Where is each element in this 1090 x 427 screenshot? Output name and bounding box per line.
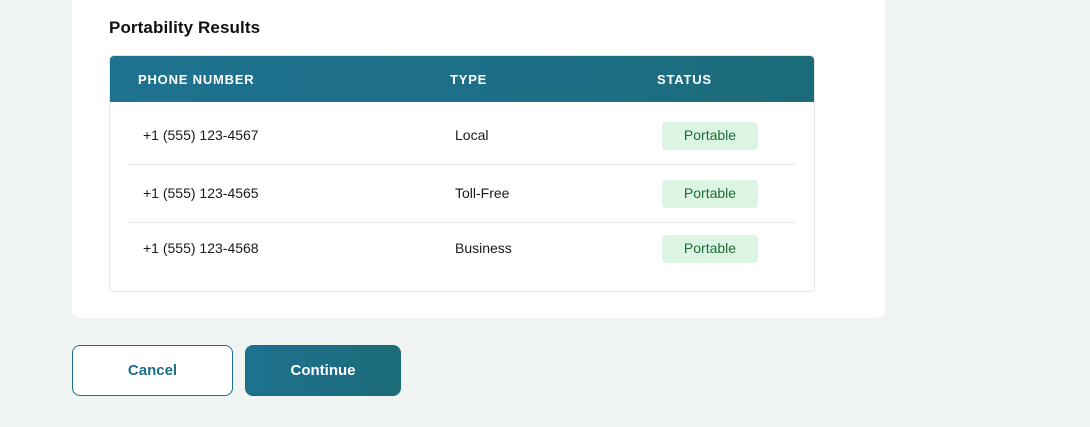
status-cell: Portable	[662, 235, 758, 263]
status-badge: Portable	[662, 122, 758, 150]
column-header-type: TYPE	[450, 72, 488, 87]
section-title: Portability Results	[109, 18, 261, 37]
portability-table: PHONE NUMBER TYPE STATUS +1 (555) 123-45…	[109, 55, 815, 292]
table-header: PHONE NUMBER TYPE STATUS	[110, 56, 814, 102]
type-cell: Local	[455, 127, 489, 143]
row-divider	[128, 164, 796, 165]
status-cell: Portable	[662, 122, 758, 150]
status-cell: Portable	[662, 180, 758, 208]
continue-button[interactable]: Continue	[245, 345, 401, 396]
column-header-status: STATUS	[657, 72, 712, 87]
phone-number-cell: +1 (555) 123-4565	[143, 185, 259, 201]
cancel-button[interactable]: Cancel	[72, 345, 233, 396]
results-card: Portability Results PHONE NUMBER TYPE ST…	[72, 0, 885, 318]
status-badge: Portable	[662, 235, 758, 263]
phone-number-cell: +1 (555) 123-4568	[143, 240, 259, 256]
phone-number-cell: +1 (555) 123-4567	[143, 127, 259, 143]
column-header-phone-number: PHONE NUMBER	[138, 72, 255, 87]
type-cell: Toll-Free	[455, 185, 510, 201]
row-divider	[128, 222, 796, 223]
type-cell: Business	[455, 240, 512, 256]
status-badge: Portable	[662, 180, 758, 208]
